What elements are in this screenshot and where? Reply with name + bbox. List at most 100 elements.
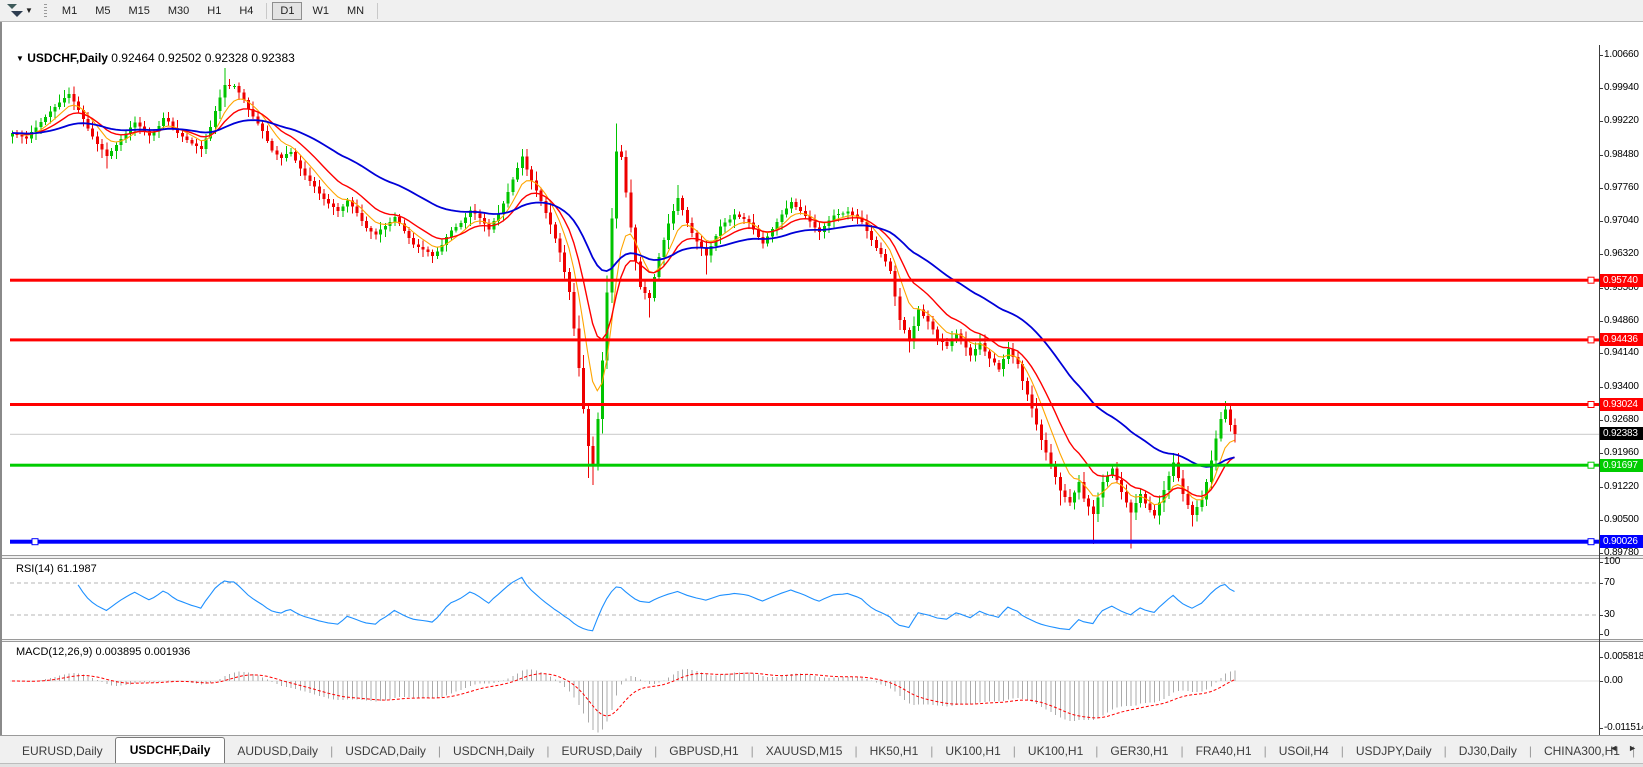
current-price-line (10, 434, 1599, 435)
chart-tab-usdcnh-daily[interactable]: USDCNH,Daily (441, 740, 546, 763)
candle-body (813, 222, 816, 228)
hline-handle[interactable] (1588, 462, 1594, 468)
timeframe-button-m15[interactable]: M15 (120, 2, 157, 20)
candle-body (648, 293, 651, 298)
price-badge-0.94436: 0.94436 (1600, 333, 1643, 346)
chart-tab-hk50-h1[interactable]: HK50,H1 (858, 740, 931, 763)
candle-body (554, 225, 557, 239)
price-badge-0.90026: 0.90026 (1600, 535, 1643, 548)
price-axis-tick (1599, 453, 1603, 454)
timeframe-button-m5[interactable]: M5 (87, 2, 118, 20)
toolbar-grip[interactable] (44, 3, 47, 19)
candle-body (993, 358, 996, 362)
hline-segment[interactable] (10, 279, 1599, 282)
candle-body (842, 213, 845, 214)
rsi-macd-splitter[interactable] (2, 639, 1643, 642)
hline-0.95740[interactable] (10, 277, 1599, 283)
chart-tab-usdchf-daily[interactable]: USDCHF,Daily (115, 737, 226, 763)
chart-tab-xauusd-m15[interactable]: XAUUSD,M15 (754, 740, 855, 763)
price-axis-label: 0.97760 (1604, 182, 1639, 193)
chart-tab-usdjpy-daily[interactable]: USDJPY,Daily (1344, 740, 1444, 763)
candle-body (101, 144, 104, 150)
charts-dropdown-button[interactable]: ▼ (4, 3, 36, 19)
chart-tab-uk100-h1[interactable]: UK100,H1 (933, 740, 1012, 763)
hline-0.90026[interactable] (10, 539, 1599, 545)
candle-body (596, 419, 599, 466)
candle-body (426, 250, 429, 253)
current-price-badge: 0.92383 (1600, 427, 1643, 440)
candle-body (1167, 476, 1170, 490)
hline-segment[interactable] (10, 403, 1599, 406)
timeframe-button-m30[interactable]: M30 (160, 2, 197, 20)
chart-tab-fra40-h1[interactable]: FRA40,H1 (1184, 740, 1264, 763)
hline-handle[interactable] (1588, 337, 1594, 343)
candle-body (903, 320, 906, 330)
timeframe-button-w1[interactable]: W1 (304, 2, 337, 20)
chart-tab-audusd-daily[interactable]: AUDUSD,Daily (225, 740, 330, 763)
macd-indicator-plot[interactable] (10, 642, 1599, 736)
price-axis-tick (1599, 487, 1603, 488)
hline-handle[interactable] (1588, 277, 1594, 283)
chart-tab-eurusd-daily[interactable]: EURUSD,Daily (549, 740, 654, 763)
timeframe-button-d1[interactable]: D1 (272, 2, 302, 20)
rsi-indicator-plot[interactable] (10, 559, 1599, 639)
candle-body (72, 94, 75, 102)
candle-body (323, 194, 326, 199)
hline-segment[interactable] (10, 464, 1599, 467)
chart-tab-dj30-daily[interactable]: DJ30,Daily (1447, 740, 1529, 763)
candle-body (502, 204, 505, 214)
candle-body (615, 152, 618, 219)
tab-scroll-left-icon[interactable]: ◄ (1609, 743, 1618, 753)
chart-tab-ger30-h1[interactable]: GER30,H1 (1098, 740, 1180, 763)
candle-body (1040, 425, 1043, 441)
hline-handle[interactable] (1588, 402, 1594, 408)
hline-0.94436[interactable] (10, 337, 1599, 343)
hline-handle[interactable] (32, 539, 38, 545)
hline-segment[interactable] (10, 540, 1599, 544)
price-axis-tick (1599, 288, 1603, 289)
timeframe-button-h1[interactable]: H1 (199, 2, 229, 20)
hline-segment[interactable] (10, 338, 1599, 341)
chart-tab-eurusd-daily[interactable]: EURUSD,Daily (10, 740, 115, 763)
price-badge-0.95740: 0.95740 (1600, 274, 1643, 287)
toolbar-separator (266, 3, 267, 19)
chart-tab-usdcad-daily[interactable]: USDCAD,Daily (333, 740, 438, 763)
rsi-axis-label: 30 (1604, 609, 1615, 620)
timeframe-button-m1[interactable]: M1 (54, 2, 85, 20)
candle-body (49, 112, 52, 118)
candle-body (875, 240, 878, 248)
candle-body (1054, 465, 1057, 477)
chart-tab-usoil-h4[interactable]: USOil,H4 (1267, 740, 1341, 763)
timeframe-button-mn[interactable]: MN (339, 2, 372, 20)
main-rsi-splitter[interactable] (2, 555, 1643, 559)
candle-body (356, 206, 359, 213)
chart-title: ▼ USDCHF,Daily 0.92464 0.92502 0.92328 0… (16, 51, 295, 65)
candle-body (705, 248, 708, 256)
candle-body (1186, 494, 1189, 505)
candle-body (1125, 492, 1128, 502)
symbol-marker-icon: ▼ (16, 54, 24, 63)
candle-body (275, 150, 278, 154)
candle-body (341, 206, 344, 211)
candle-body (620, 152, 623, 158)
hline-0.91697[interactable] (10, 462, 1599, 468)
tab-scroll-right-icon[interactable]: ► (1628, 743, 1637, 753)
candle-body (1059, 477, 1062, 490)
candle-body (63, 98, 66, 103)
candle-body (190, 140, 193, 144)
candle-body (516, 168, 519, 179)
timeframe-button-h4[interactable]: H4 (231, 2, 261, 20)
candle-body (1101, 482, 1104, 497)
chart-tab-gbpusd-h1[interactable]: GBPUSD,H1 (657, 740, 750, 763)
candle-body (337, 207, 340, 211)
candle-body (25, 137, 28, 139)
candle-body (459, 223, 462, 227)
price-axis-tick (1599, 155, 1603, 156)
candle-body (507, 192, 510, 204)
hline-handle[interactable] (1588, 539, 1594, 545)
hline-0.93024[interactable] (10, 402, 1599, 408)
candle-body (327, 199, 330, 204)
chart-tab-uk100-h1[interactable]: UK100,H1 (1016, 740, 1095, 763)
price-chart-plot[interactable] (10, 45, 1599, 556)
candle-body (20, 135, 23, 137)
